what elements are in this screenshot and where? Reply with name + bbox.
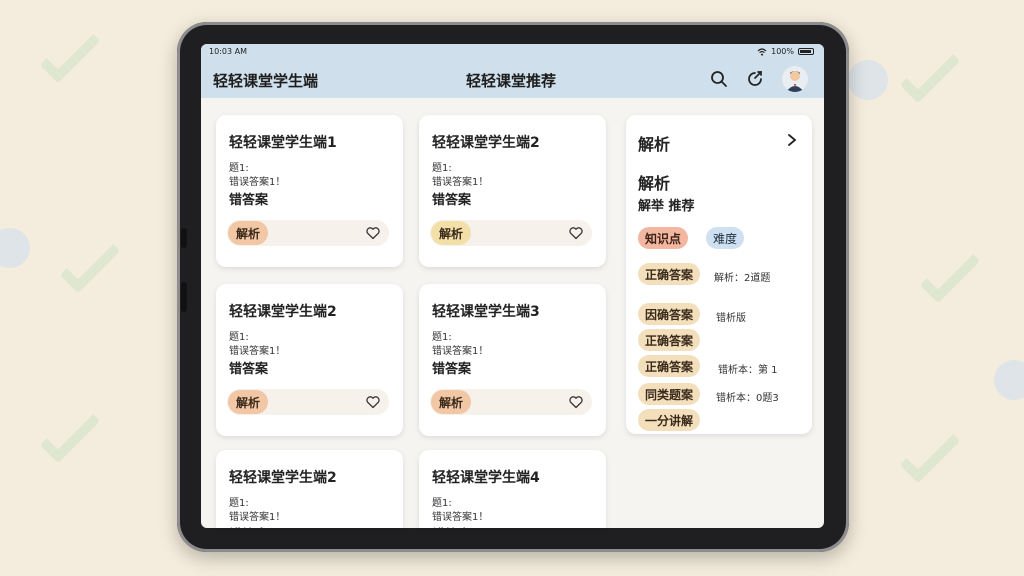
background-dot-decoration [848, 60, 888, 100]
card-title: 轻轻课堂学生端2 [432, 135, 540, 151]
analysis-row-note: 错析本：0题3 [716, 393, 779, 404]
card-title: 轻轻课堂学生端3 [432, 304, 540, 320]
analysis-row-label[interactable]: 因确答案 [638, 303, 701, 325]
background-check-decoration [39, 22, 101, 84]
share-button[interactable] [743, 67, 767, 91]
panel-header: 解析 [638, 135, 671, 154]
analysis-tag-button[interactable]: 解析 [228, 390, 269, 414]
analysis-tag-button[interactable]: 解析 [228, 221, 269, 245]
card-title: 轻轻课堂学生端4 [432, 470, 540, 486]
heart-icon[interactable] [568, 394, 584, 410]
analysis-row-note: 错析版 [716, 313, 746, 324]
question-card[interactable]: 轻轻课堂学生端2 题1: 错误答案1！错答本 [216, 450, 403, 528]
card-wrong-answer: 错误答案1！ [229, 177, 286, 188]
card-question-label: 题1: [229, 163, 249, 174]
question-card[interactable]: 轻轻课堂学生端2 题1: 错误答案1！ 错答案解析 [216, 284, 403, 436]
card-answer-heading: 错答案 [432, 362, 472, 377]
card-answer-heading: 错答本 [229, 524, 268, 528]
card-action-bar: 解析 [227, 389, 389, 415]
analysis-tag-button[interactable]: 解析 [431, 221, 472, 245]
volume-button [181, 228, 187, 248]
question-card[interactable]: 轻轻课堂学生端1 题1: 错误答案1！ 错答案解析 [216, 115, 403, 267]
analysis-row-label[interactable]: 正确答案 [638, 329, 701, 351]
battery-icon [798, 48, 814, 55]
avatar-icon [782, 66, 808, 92]
background-check-decoration [919, 242, 981, 304]
card-wrong-answer: 错误答案1！ [432, 177, 489, 188]
background-check-decoration [899, 422, 961, 484]
status-time: 10:03 AM [209, 47, 247, 56]
share-icon [748, 71, 762, 86]
card-title: 轻轻课堂学生端2 [229, 304, 337, 320]
card-question-label: 题1: [229, 498, 249, 509]
card-question-label: 题1: [432, 498, 452, 509]
user-avatar[interactable] [782, 66, 808, 92]
search-icon [711, 71, 727, 87]
battery-percent: 100% [771, 47, 794, 56]
card-question-label: 题1: [432, 332, 452, 343]
background-dot-decoration [0, 228, 30, 268]
page-title: 轻轻课堂推荐 [466, 72, 557, 90]
card-action-bar: 解析 [227, 220, 389, 246]
card-answer-heading: 错答案 [432, 193, 472, 208]
app-name: 轻轻课堂学生端 [213, 72, 319, 90]
card-question-label: 题1: [432, 163, 452, 174]
power-button [181, 282, 187, 312]
analysis-row-label[interactable]: 一分讲解 [638, 409, 701, 431]
card-wrong-answer: 错误答案1！ [432, 346, 489, 357]
background-check-decoration [39, 402, 101, 464]
analysis-panel: 解析 解析 解举 推荐 知识点 难度 正确答案 解析：2道题 因确答案 错析版 … [626, 115, 812, 434]
chevron-right-icon[interactable] [786, 133, 798, 147]
heart-icon[interactable] [365, 394, 381, 410]
question-card[interactable]: 轻轻课堂学生端2 题1: 错误答案1！ 错答案解析 [419, 115, 606, 267]
background-check-decoration [899, 42, 961, 104]
analysis-row-label[interactable]: 同类题案 [638, 383, 701, 405]
analysis-row-note: 错析本：第 1 [718, 365, 778, 376]
panel-subtitle: 解举 推荐 [638, 199, 695, 214]
status-icons: 100% [757, 47, 814, 56]
analysis-row-label[interactable]: 正确答案 [638, 355, 701, 377]
search-button[interactable] [707, 67, 731, 91]
card-answer-heading: 错答案 [229, 193, 269, 208]
card-answer-heading: 错答案 [229, 362, 269, 377]
correct-answer-note: 解析：2道题 [714, 273, 771, 284]
heart-icon[interactable] [365, 225, 381, 241]
correct-answer-chip[interactable]: 正确答案 [638, 263, 701, 285]
card-wrong-answer: 错误答案1！ [229, 512, 286, 523]
analysis-tag-button[interactable]: 解析 [431, 390, 472, 414]
card-title: 轻轻课堂学生端2 [229, 470, 337, 486]
card-action-bar: 解析 [430, 220, 592, 246]
card-action-bar: 解析 [430, 389, 592, 415]
card-title: 轻轻课堂学生端1 [229, 135, 337, 151]
panel-title: 解析 [638, 174, 671, 193]
app-bar: 轻轻课堂学生端 轻轻课堂推荐 [201, 60, 824, 98]
knowledge-point-chip[interactable]: 知识点 [638, 227, 689, 249]
background-dot-decoration [994, 360, 1024, 400]
card-answer-heading: 错答案 [432, 524, 471, 528]
wifi-icon [757, 47, 767, 56]
background-check-decoration [59, 232, 121, 294]
question-card[interactable]: 轻轻课堂学生端3 题1: 错误答案1！ 错答案解析 [419, 284, 606, 436]
difficulty-chip[interactable]: 难度 [706, 227, 745, 249]
heart-icon[interactable] [568, 225, 584, 241]
card-wrong-answer: 错误答案1！ [432, 512, 489, 523]
card-wrong-answer: 错误答案1！ [229, 346, 286, 357]
question-card[interactable]: 轻轻课堂学生端4 题1: 错误答案1！错答案 [419, 450, 606, 528]
card-question-label: 题1: [229, 332, 249, 343]
status-bar: 10:03 AM 100% [201, 44, 824, 60]
